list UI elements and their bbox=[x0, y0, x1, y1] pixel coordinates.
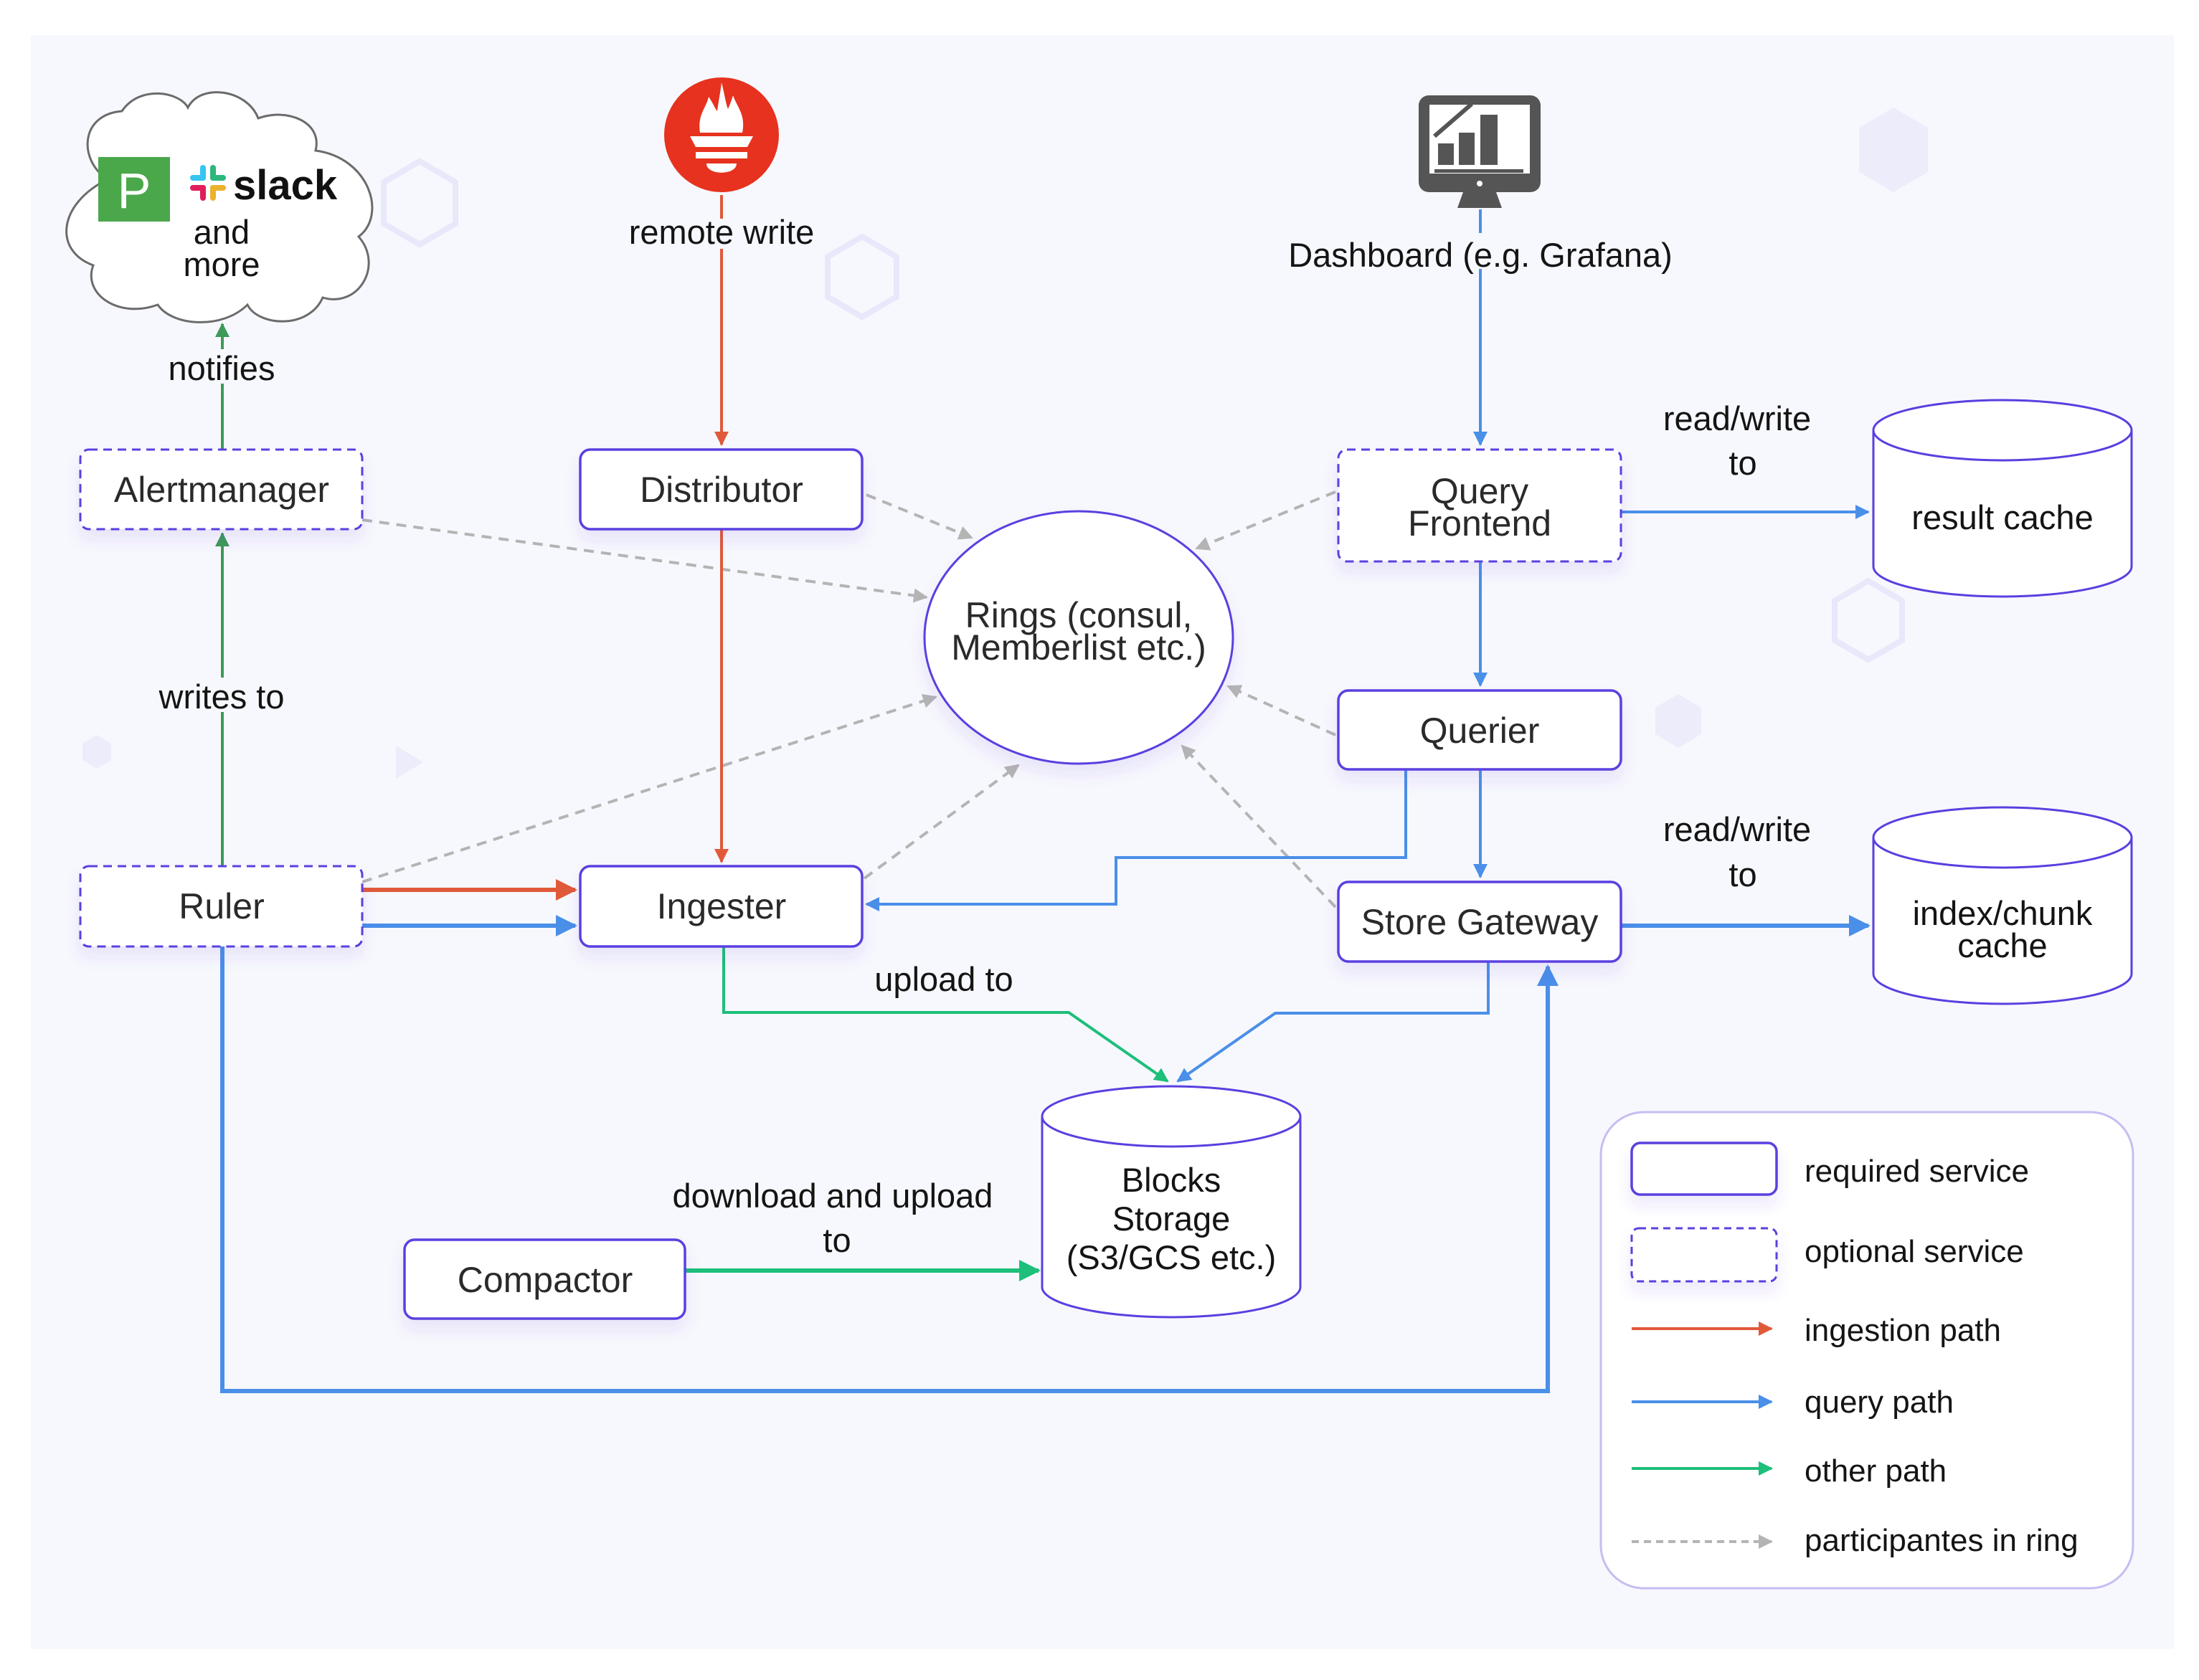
blocks-storage-label-line3: (S3/GCS etc.) bbox=[1067, 1238, 1277, 1276]
cloud-text-line2: more bbox=[183, 245, 260, 283]
legend-ingestion-label: ingestion path bbox=[1805, 1313, 2001, 1348]
query-frontend-label-line2: Frontend bbox=[1408, 503, 1551, 544]
writes-to-label: writes to bbox=[159, 678, 285, 716]
index-chunk-cache-label-line2: cache bbox=[1957, 926, 2047, 964]
querier-label: Querier bbox=[1420, 711, 1540, 751]
node-ruler[interactable]: Ruler bbox=[79, 865, 364, 948]
legend-ring-label: participantes in ring bbox=[1805, 1523, 2079, 1558]
architecture-diagram: P slack and more remote write Dashboard … bbox=[31, 35, 2174, 1649]
upload-to-label: upload to bbox=[874, 960, 1013, 998]
node-blocks-storage[interactable]: Blocks Storage (S3/GCS etc.) bbox=[1041, 1085, 1302, 1319]
download-upload-label-line1: download and upload bbox=[673, 1177, 993, 1215]
alertmanager-label: Alertmanager bbox=[114, 470, 329, 510]
blocks-storage-label-line2: Storage bbox=[1112, 1200, 1231, 1238]
slack-wordmark: slack bbox=[233, 162, 338, 209]
dashboard-label: Dashboard (e.g. Grafana) bbox=[1288, 236, 1673, 274]
download-upload-label-line2: to bbox=[823, 1221, 851, 1259]
node-alertmanager[interactable]: Alertmanager bbox=[79, 448, 364, 531]
pagerduty-letter: P bbox=[118, 163, 151, 219]
read-write-result-label-line1: read/write bbox=[1663, 399, 1811, 437]
rings-label-line2: Memberlist etc.) bbox=[951, 627, 1206, 668]
node-result-cache[interactable]: result cache bbox=[1872, 399, 2133, 598]
node-distributor[interactable]: Distributor bbox=[579, 448, 864, 531]
ingester-label: Ingester bbox=[657, 886, 787, 926]
node-index-chunk-cache[interactable]: index/chunk cache bbox=[1872, 806, 2133, 1005]
notifies-label: notifies bbox=[169, 349, 275, 387]
monitor-chart-icon bbox=[1419, 95, 1541, 208]
read-write-index-label-line1: read/write bbox=[1663, 810, 1811, 848]
legend-optional-swatch bbox=[1630, 1227, 1778, 1283]
ruler-label: Ruler bbox=[179, 886, 264, 926]
legend-required-swatch bbox=[1630, 1142, 1778, 1196]
node-store-gateway[interactable]: Store Gateway bbox=[1337, 881, 1622, 963]
legend-optional-label: optional service bbox=[1805, 1234, 2024, 1269]
legend: required service optional service ingest… bbox=[1599, 1111, 2134, 1590]
store-gateway-label: Store Gateway bbox=[1361, 902, 1599, 942]
node-querier[interactable]: Querier bbox=[1337, 689, 1622, 771]
remote-write-label: remote write bbox=[629, 213, 815, 251]
result-cache-label: result cache bbox=[1911, 498, 2093, 536]
read-write-result-label-line2: to bbox=[1729, 444, 1756, 482]
distributor-label: Distributor bbox=[640, 470, 803, 510]
node-query-frontend[interactable]: Query Frontend bbox=[1337, 448, 1622, 563]
blocks-storage-label-line1: Blocks bbox=[1122, 1161, 1221, 1199]
read-write-index-label-line2: to bbox=[1729, 855, 1756, 893]
legend-other-label: other path bbox=[1805, 1453, 1947, 1489]
node-rings[interactable]: Rings (consul, Memberlist etc.) bbox=[923, 510, 1234, 765]
legend-query-label: query path bbox=[1805, 1385, 1954, 1420]
compactor-label: Compactor bbox=[458, 1260, 633, 1300]
node-compactor[interactable]: Compactor bbox=[403, 1238, 686, 1320]
node-ingester[interactable]: Ingester bbox=[579, 865, 864, 948]
legend-required-label: required service bbox=[1805, 1154, 2029, 1189]
